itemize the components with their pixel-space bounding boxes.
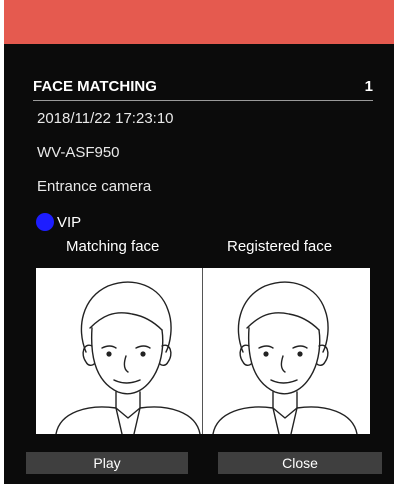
header-divider — [33, 100, 373, 101]
category-color-icon — [36, 213, 54, 231]
title-bar[interactable] — [4, 0, 394, 44]
category-row: VIP — [36, 212, 81, 232]
category-label: VIP — [57, 213, 82, 231]
match-count: 1 — [364, 78, 373, 95]
play-button[interactable]: Play — [26, 452, 188, 474]
match-datetime: 2018/11/22 17:23:10 — [37, 110, 174, 127]
matching-face-image[interactable] — [36, 268, 202, 435]
face-images — [36, 268, 370, 435]
panel-title: FACE MATCHING — [33, 78, 157, 95]
registered-face-image[interactable] — [203, 268, 369, 435]
close-button[interactable]: Close — [218, 452, 382, 474]
camera-name: Entrance camera — [37, 178, 152, 195]
panel-header: FACE MATCHING 1 — [33, 78, 373, 100]
matching-face-caption: Matching face — [66, 238, 160, 255]
registered-face-caption: Registered face — [227, 238, 333, 255]
camera-model: WV-ASF950 — [37, 144, 120, 161]
